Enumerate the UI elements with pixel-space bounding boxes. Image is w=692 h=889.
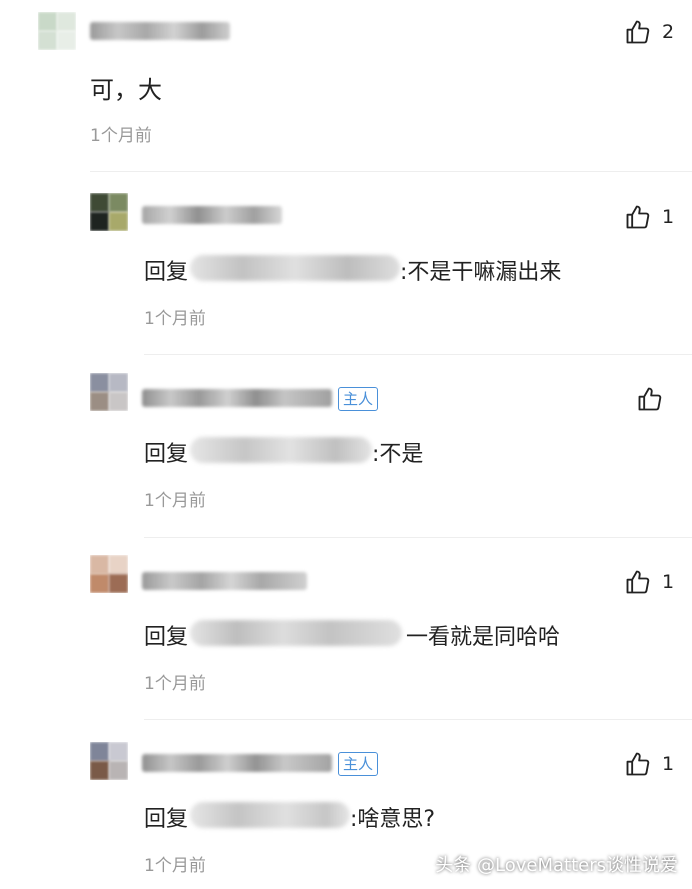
reply-text: :不是 (372, 442, 424, 467)
like-button[interactable]: 1 (624, 568, 674, 596)
quoted-username-blurred[interactable] (190, 255, 400, 281)
avatar[interactable] (90, 742, 128, 780)
like-button[interactable]: 1 (624, 750, 674, 778)
comment-time: 1个月前 (144, 674, 206, 694)
username-blurred[interactable] (142, 206, 282, 224)
divider (144, 719, 692, 720)
reply-text: :啥意思? (350, 807, 436, 832)
like-count: 1 (662, 571, 675, 593)
avatar[interactable] (38, 12, 76, 50)
divider (144, 537, 692, 538)
thumbs-up-icon (626, 570, 650, 594)
like-button[interactable]: 2 (624, 18, 674, 46)
thumbs-up-icon (626, 205, 650, 229)
reply-text: 一看就是同哈哈 (406, 625, 561, 650)
like-count: 1 (662, 206, 675, 228)
avatar[interactable] (90, 373, 128, 411)
quoted-username-blurred[interactable] (190, 620, 402, 646)
comment-time: 1个月前 (90, 126, 152, 146)
reply-text: :不是干嘛漏出来 (400, 260, 562, 285)
avatar[interactable] (90, 555, 128, 593)
username-blurred[interactable] (90, 22, 230, 40)
reply-prefix: 回复 (144, 260, 189, 285)
quoted-username-blurred[interactable] (190, 437, 372, 463)
comment-time: 1个月前 (144, 309, 206, 329)
watermark: 头条 @LoveMatters谈性说爱 (435, 855, 678, 876)
username-blurred[interactable] (142, 754, 332, 772)
reply-prefix: 回复 (144, 807, 189, 832)
divider (144, 354, 692, 355)
quoted-username-blurred[interactable] (190, 802, 350, 828)
comment-text: 可，大 (90, 76, 162, 104)
thumbs-up-icon (626, 752, 650, 776)
comment-time: 1个月前 (144, 856, 206, 876)
like-count: 1 (662, 753, 675, 775)
like-button[interactable]: 1 (624, 203, 674, 231)
reply-prefix: 回复 (144, 625, 189, 650)
like-button[interactable] (636, 385, 674, 413)
username-blurred[interactable] (142, 389, 332, 407)
thumbs-up-icon (626, 20, 650, 44)
reply-prefix: 回复 (144, 442, 189, 467)
avatar[interactable] (90, 193, 128, 231)
thumbs-up-icon (638, 387, 662, 411)
username-blurred[interactable] (142, 572, 307, 590)
comment-time: 1个月前 (144, 491, 206, 511)
author-badge: 主人 (338, 387, 379, 411)
divider (90, 171, 692, 172)
author-badge: 主人 (338, 752, 379, 776)
like-count: 2 (662, 21, 675, 43)
